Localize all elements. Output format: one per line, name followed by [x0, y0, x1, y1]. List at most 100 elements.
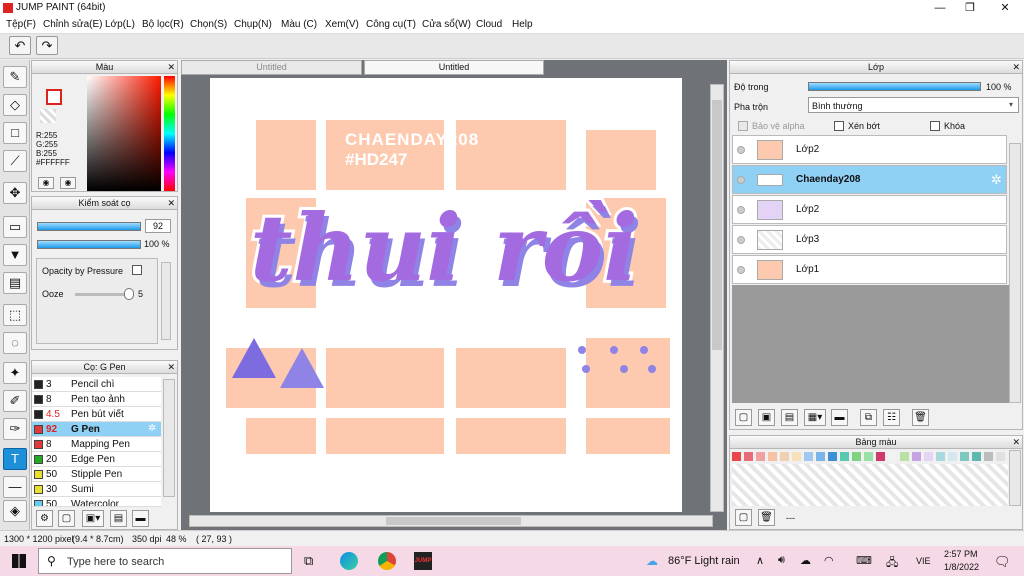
- visibility-icon[interactable]: [737, 236, 745, 244]
- trash-icon[interactable]: 🗑: [912, 409, 929, 426]
- language-indicator[interactable]: VIE: [916, 556, 931, 566]
- keyboard-icon[interactable]: ⌨: [856, 554, 872, 567]
- brush-item[interactable]: 8 Pen tạo ảnh: [32, 392, 161, 407]
- menu-window[interactable]: Cửa sổ(W): [422, 19, 471, 30]
- tab-untitled-2[interactable]: Untitled: [364, 60, 544, 75]
- menu-select[interactable]: Chọn(S): [190, 19, 227, 30]
- close-button[interactable]: ✕: [990, 0, 1020, 17]
- palette-swatch[interactable]: [852, 452, 861, 461]
- palette-swatch[interactable]: [768, 452, 777, 461]
- line-tool-icon[interactable]: —: [3, 476, 27, 498]
- close-icon[interactable]: ✕: [167, 61, 175, 73]
- layer-opacity-slider[interactable]: [808, 82, 981, 91]
- tab-untitled-1[interactable]: Untitled: [181, 60, 362, 75]
- palette-swatch[interactable]: [876, 452, 885, 461]
- clock-date[interactable]: 1/8/2022: [944, 562, 979, 572]
- layer-row[interactable]: Lớp2: [732, 135, 1007, 164]
- brush-info-icon[interactable]: ▤: [110, 510, 127, 527]
- brush-item-selected[interactable]: 92 G Pen ✲: [32, 422, 161, 437]
- palette-swatch[interactable]: [780, 452, 789, 461]
- layer-row-selected[interactable]: Chaenday208 ✲: [732, 165, 1007, 194]
- network-icon[interactable]: 🖧: [886, 554, 898, 573]
- palette-swatch[interactable]: [828, 452, 837, 461]
- undo-icon[interactable]: ↶: [9, 36, 31, 55]
- magic-wand-icon[interactable]: ✦: [3, 362, 27, 384]
- maximize-button[interactable]: ❐: [955, 0, 985, 17]
- transparent-swatch[interactable]: [40, 109, 56, 123]
- palette-swatch[interactable]: [984, 452, 993, 461]
- eyedropper-icon[interactable]: ◉: [38, 177, 54, 189]
- fill-tool-icon[interactable]: ▼: [3, 244, 27, 266]
- layer-settings-icon[interactable]: ☷: [883, 409, 900, 426]
- palette-swatch[interactable]: [948, 452, 957, 461]
- foreground-color-swatch[interactable]: [46, 89, 62, 105]
- brush-item[interactable]: 3 Pencil chì: [32, 377, 161, 392]
- new-layer-copy-icon[interactable]: ▣: [758, 409, 775, 426]
- windows-start-icon[interactable]: [12, 554, 26, 568]
- palette-swatch[interactable]: [732, 452, 741, 461]
- brush-folder-icon[interactable]: ▬: [132, 510, 149, 527]
- visibility-icon[interactable]: [737, 266, 745, 274]
- layer-mask-icon[interactable]: ▦▾: [804, 409, 826, 426]
- new-brush-icon[interactable]: ▢: [58, 510, 75, 527]
- gear-icon[interactable]: ✲: [148, 423, 156, 434]
- close-icon[interactable]: ✕: [1012, 436, 1020, 448]
- palette-swatch[interactable]: [756, 452, 765, 461]
- protect-alpha-checkbox[interactable]: [738, 121, 748, 131]
- wifi-icon[interactable]: ◠: [824, 554, 834, 567]
- canvas-paper[interactable]: CHAENDAY208 #HD247 thui rồi: [210, 78, 682, 512]
- blend-mode-select[interactable]: Bình thường: [808, 97, 1019, 113]
- color-picker-field[interactable]: [87, 76, 161, 191]
- jump-paint-taskbar-icon[interactable]: JUMP: [414, 552, 432, 570]
- move-tool-icon[interactable]: ✥: [3, 182, 27, 204]
- merge-layer-icon[interactable]: ⧉: [860, 409, 877, 426]
- brush-item[interactable]: 4.5 Pen bút viết: [32, 407, 161, 422]
- palette-swatch[interactable]: [840, 452, 849, 461]
- select-tool-icon[interactable]: ▭: [3, 216, 27, 238]
- visibility-icon[interactable]: [737, 146, 745, 154]
- brush-size-slider[interactable]: [37, 222, 141, 231]
- menu-tools[interactable]: Công cụ(T): [366, 19, 416, 30]
- brush-item[interactable]: 8 Mapping Pen: [32, 437, 161, 452]
- layer-row[interactable]: Lớp1: [732, 255, 1007, 284]
- weather-text[interactable]: 86°F Light rain: [668, 555, 740, 567]
- pen-tool-icon[interactable]: ✎: [3, 66, 27, 88]
- select-pen-icon[interactable]: ✐: [3, 390, 27, 412]
- edge-browser-icon[interactable]: [340, 552, 358, 570]
- palette-swatch[interactable]: [804, 452, 813, 461]
- eraser-tool-icon[interactable]: ◇: [3, 94, 27, 116]
- minimize-button[interactable]: —: [925, 0, 955, 17]
- menu-cloud[interactable]: Cloud: [476, 19, 502, 30]
- visibility-icon[interactable]: [737, 176, 745, 184]
- palette-swatch[interactable]: [744, 452, 753, 461]
- text-tool-icon[interactable]: T: [3, 448, 27, 470]
- select-eraser-icon[interactable]: ✑: [3, 418, 27, 440]
- redo-icon[interactable]: ↷: [36, 36, 58, 55]
- rectangle-tool-icon[interactable]: □: [3, 122, 27, 144]
- gear-icon[interactable]: ✲: [991, 172, 1002, 188]
- lasso-tool-icon[interactable]: ◌: [3, 332, 27, 354]
- palette-swatch[interactable]: [792, 452, 801, 461]
- palette-swatch[interactable]: [864, 452, 873, 461]
- palette-swatch[interactable]: [816, 452, 825, 461]
- close-icon[interactable]: ✕: [1012, 61, 1020, 73]
- menu-file[interactable]: Tệp(F): [6, 19, 36, 30]
- menu-color[interactable]: Màu (C): [281, 19, 317, 30]
- layer-folder-icon[interactable]: ▬: [831, 409, 848, 426]
- copy-brush-icon[interactable]: ▣▾: [82, 510, 104, 527]
- gradient-tool-icon[interactable]: ▤: [3, 272, 27, 294]
- menu-filter[interactable]: Bộ lọc(R): [142, 19, 184, 30]
- palette-swatch[interactable]: [996, 452, 1005, 461]
- search-box[interactable]: ⚲ Type here to search: [38, 548, 292, 574]
- palette-swatch[interactable]: [924, 452, 933, 461]
- palette-swatch[interactable]: [936, 452, 945, 461]
- horizontal-scroll-thumb[interactable]: [386, 517, 521, 525]
- brush-list-scrollbar[interactable]: [163, 379, 175, 497]
- ooze-slider-handle[interactable]: [124, 288, 134, 300]
- close-icon[interactable]: ✕: [167, 361, 175, 373]
- trash-icon[interactable]: 🗑: [758, 509, 775, 526]
- layer-row[interactable]: Lớp2: [732, 195, 1007, 224]
- brush-item[interactable]: 20 Edge Pen: [32, 452, 161, 467]
- speaker-icon[interactable]: 🔊︎: [778, 554, 785, 567]
- palette-scrollbar[interactable]: [1009, 450, 1021, 506]
